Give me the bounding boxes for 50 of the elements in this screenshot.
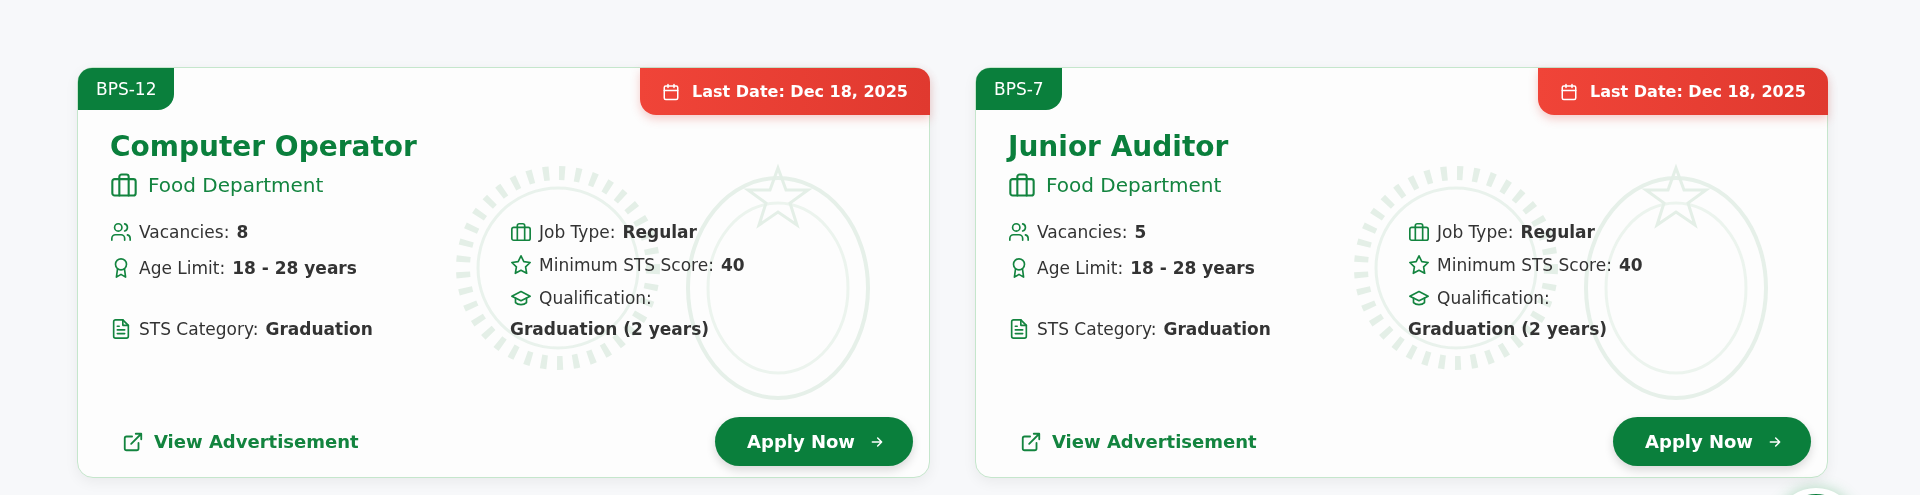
detail-value: Graduation (2 years) — [1408, 319, 1609, 339]
calendar-icon — [1560, 82, 1579, 101]
detail-label: STS Category: — [139, 319, 259, 339]
detail-label: Age Limit: — [139, 258, 226, 278]
briefcase-icon — [1408, 221, 1430, 243]
users-icon — [110, 221, 132, 243]
detail-label: Job Type: — [539, 222, 616, 242]
detail-value: Graduation — [265, 319, 373, 339]
star-icon — [510, 254, 532, 276]
external-link-icon — [122, 430, 144, 453]
detail-label: STS Category: — [1037, 319, 1157, 339]
document-icon — [1008, 318, 1030, 340]
department-name: Food Department — [148, 173, 324, 197]
briefcase-icon — [510, 221, 532, 243]
detail-label: Vacancies: — [1037, 222, 1128, 242]
detail-label: Minimum STS Score: — [539, 255, 714, 275]
view-advertisement-link[interactable]: View Advertisement — [122, 430, 359, 453]
detail-value: Graduation — [1163, 319, 1271, 339]
detail-label: Qualification: — [539, 288, 652, 308]
detail-value: 5 — [1134, 222, 1147, 242]
detail-value: 18 - 28 years — [232, 258, 357, 278]
job-title: Computer Operator — [110, 130, 418, 163]
detail-value: Regular — [1520, 222, 1595, 242]
detail-value: Graduation (2 years) — [510, 319, 711, 339]
deadline-text: Last Date: Dec 18, 2025 — [1590, 82, 1806, 101]
detail-label: Job Type: — [1437, 222, 1514, 242]
briefcase-icon — [1008, 171, 1036, 199]
detail-label: Age Limit: — [1037, 258, 1124, 278]
deadline-text: Last Date: Dec 18, 2025 — [692, 82, 908, 101]
calendar-icon — [662, 82, 681, 101]
department-name: Food Department — [1046, 173, 1222, 197]
briefcase-icon — [110, 171, 138, 199]
document-icon — [110, 318, 132, 340]
detail-value: 40 — [1618, 255, 1643, 275]
detail-label: Vacancies: — [139, 222, 230, 242]
apply-now-button[interactable]: Apply Now — [1613, 417, 1811, 466]
detail-value: 18 - 28 years — [1130, 258, 1255, 278]
detail-value: 40 — [720, 255, 745, 275]
job-title: Junior Auditor — [1008, 130, 1230, 163]
grade-badge: BPS-12 — [78, 68, 175, 110]
detail-label: Minimum STS Score: — [1437, 255, 1612, 275]
users-icon — [1008, 221, 1030, 243]
star-icon — [1408, 254, 1430, 276]
detail-value: Regular — [622, 222, 697, 242]
detail-value: 8 — [236, 222, 249, 242]
view-advertisement-link[interactable]: View Advertisement — [1020, 430, 1257, 453]
apply-now-button[interactable]: Apply Now — [715, 417, 913, 466]
detail-label: Qualification: — [1437, 288, 1550, 308]
grade-badge: BPS-7 — [976, 68, 1062, 110]
external-link-icon — [1020, 430, 1042, 453]
